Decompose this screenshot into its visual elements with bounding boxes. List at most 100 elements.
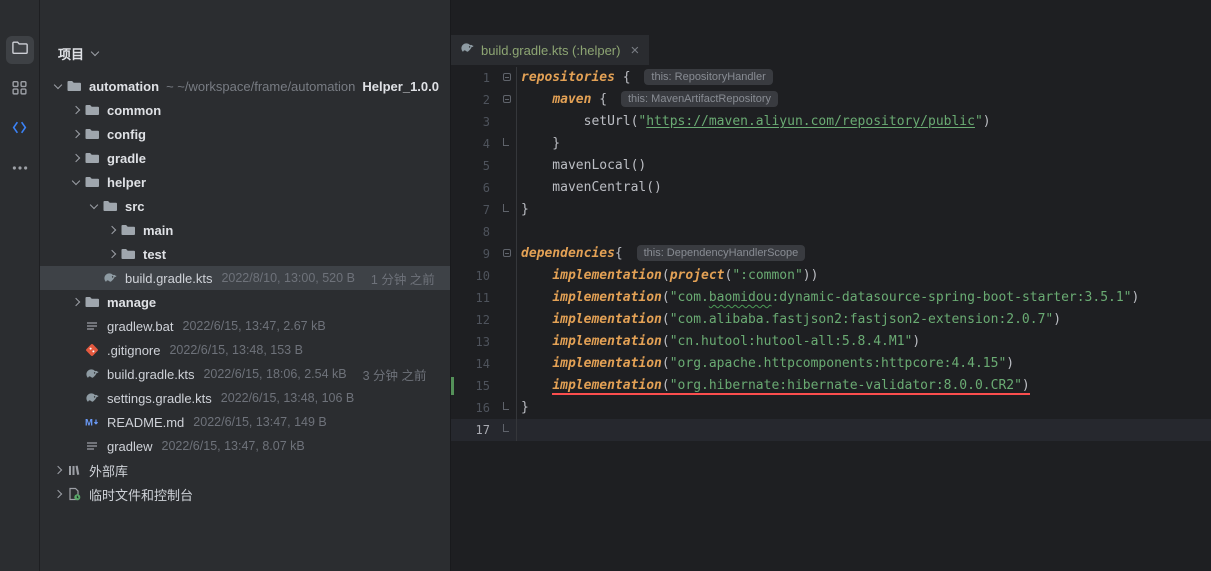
code-line-1[interactable]: 1 repositories { this: RepositoryHandler: [451, 67, 1211, 89]
code-line-15[interactable]: 15 implementation("org.hibernate:hiberna…: [451, 375, 1211, 397]
code-line-14[interactable]: 14 implementation("org.apache.httpcompon…: [451, 353, 1211, 375]
line-number: 2: [482, 93, 490, 107]
chevron-right-icon[interactable]: [107, 225, 117, 235]
code-text: implementation(project(":common")): [552, 268, 819, 283]
chevron-slot: [68, 176, 84, 186]
tree-item-main[interactable]: main: [40, 218, 450, 242]
more-icon: [11, 159, 29, 182]
fold-start-icon[interactable]: [503, 95, 511, 103]
tree-item-label: config: [107, 126, 146, 142]
tree-item-gradlew.bat[interactable]: gradlew.bat 2022/6/15, 13:47, 2.67 kB: [40, 314, 450, 338]
code-line-17[interactable]: 17: [451, 419, 1211, 441]
tree-item-gradlew[interactable]: gradlew 2022/6/15, 13:47, 8.07 kB: [40, 434, 450, 458]
code-line-12[interactable]: 12 implementation("com.alibaba.fastjson2…: [451, 309, 1211, 331]
structure-toolwindow-button[interactable]: [6, 76, 34, 104]
tab-close-icon[interactable]: ×: [630, 43, 639, 58]
tree-item-manage[interactable]: manage: [40, 290, 450, 314]
editor-area: build.gradle.kts (:helper) × 1 repositori…: [450, 0, 1211, 571]
chevron-down-icon: [90, 47, 100, 56]
code-line-11[interactable]: 11 implementation("com.baomidou:dynamic-…: [451, 287, 1211, 309]
tree-item-meta: 2022/6/15, 13:48, 106 B: [220, 391, 355, 405]
gutter: 4: [451, 133, 517, 155]
code-line-3[interactable]: 3 setUrl("https://maven.aliyun.com/repos…: [451, 111, 1211, 133]
inlay-hint: this: RepositoryHandler: [644, 69, 773, 85]
gutter: 15: [451, 375, 517, 397]
chevron-slot: [68, 129, 84, 139]
chevron-right-icon[interactable]: [53, 489, 63, 499]
tree-item-临时文件和控制台[interactable]: 临时文件和控制台: [40, 482, 450, 506]
tree-item-config[interactable]: config: [40, 122, 450, 146]
code-text: implementation("org.apache.httpcomponent…: [552, 356, 1015, 371]
line-number: 14: [475, 357, 490, 371]
chevron-right-icon[interactable]: [71, 105, 81, 115]
editor-tab[interactable]: build.gradle.kts (:helper) ×: [451, 35, 651, 65]
code-text: maven { this: MavenArtifactRepository: [517, 89, 778, 111]
fold-end-icon[interactable]: [503, 138, 509, 146]
tree-item-build.gradle.kts[interactable]: build.gradle.kts 2022/6/15, 18:06, 2.54 k…: [40, 362, 450, 386]
fold-end-icon[interactable]: [503, 402, 509, 410]
project-panel-header[interactable]: 项目: [40, 38, 450, 68]
chevron-right-icon[interactable]: [53, 465, 63, 475]
code-line-6[interactable]: 6 mavenCentral(): [451, 177, 1211, 199]
plugin-toolwindow-button[interactable]: [6, 116, 34, 144]
code-line-13[interactable]: 13 implementation("cn.hutool:hutool-all:…: [451, 331, 1211, 353]
gutter: 16: [451, 397, 517, 419]
code-line-4[interactable]: 4 }: [451, 133, 1211, 155]
chevron-right-icon[interactable]: [107, 249, 117, 259]
tree-item-build.gradle.kts[interactable]: build.gradle.kts 2022/8/10, 13:00, 520 B 1…: [40, 266, 450, 290]
fold-start-icon[interactable]: [503, 73, 511, 81]
more-toolwindows-button[interactable]: [6, 156, 34, 184]
tree-item-label: main: [143, 222, 174, 238]
code-text: }: [521, 400, 529, 415]
tree-item-label: 外部库: [89, 463, 129, 479]
project-tree: automation ~ ~/workspace/frame/automation…: [40, 74, 450, 506]
chevron-right-icon[interactable]: [71, 297, 81, 307]
code-text: implementation("com.alibaba.fastjson2:fa…: [552, 312, 1062, 327]
chevron-down-icon[interactable]: [89, 200, 99, 210]
tree-item-common[interactable]: common: [40, 98, 450, 122]
code-line-10[interactable]: 10 implementation(project(":common")): [451, 265, 1211, 287]
line-number: 5: [482, 159, 490, 173]
gutter: 6: [451, 177, 517, 199]
tree-item-label: test: [143, 246, 167, 262]
folder-icon: [120, 222, 136, 238]
tree-item-path: ~ ~/workspace/frame/automation: [166, 78, 356, 94]
tree-item-settings.gradle.kts[interactable]: settings.gradle.kts 2022/6/15, 13:48, 106…: [40, 386, 450, 410]
fold-start-icon[interactable]: [503, 249, 511, 257]
project-toolwindow-button[interactable]: [5, 36, 34, 64]
code-line-16[interactable]: 16}: [451, 397, 1211, 419]
code-line-9[interactable]: 9 dependencies{ this: DependencyHandlerSc…: [451, 243, 1211, 265]
gutter: 12: [451, 309, 517, 331]
code-line-7[interactable]: 7}: [451, 199, 1211, 221]
tree-item-automation[interactable]: automation ~ ~/workspace/frame/automation…: [40, 74, 450, 98]
chevron-down-icon[interactable]: [53, 80, 63, 90]
structure-icon: [11, 79, 28, 101]
code-text: repositories { this: RepositoryHandler: [517, 67, 773, 89]
gutter: 14: [451, 353, 517, 375]
chevron-down-icon[interactable]: [71, 176, 81, 186]
tree-item-helper[interactable]: helper: [40, 170, 450, 194]
fold-end-icon[interactable]: [503, 204, 509, 212]
ide-window: 项目 automation ~ ~/workspace/frame/automat…: [0, 0, 1211, 571]
tree-item-src[interactable]: src: [40, 194, 450, 218]
fold-end-icon[interactable]: [503, 424, 509, 432]
chevron-right-icon[interactable]: [71, 129, 81, 139]
tree-item-gradle[interactable]: gradle: [40, 146, 450, 170]
chevron-right-icon[interactable]: [71, 153, 81, 163]
chevron-slot: [50, 80, 66, 90]
code-text: implementation("com.baomidou:dynamic-dat…: [552, 290, 1140, 305]
folder-icon: [84, 174, 100, 190]
tree-item-.gitignore[interactable]: .gitignore 2022/6/15, 13:48, 153 B: [40, 338, 450, 362]
tree-item-外部库[interactable]: 外部库: [40, 458, 450, 482]
code-line-5[interactable]: 5 mavenLocal(): [451, 155, 1211, 177]
code-line-2[interactable]: 2 maven { this: MavenArtifactRepository: [451, 89, 1211, 111]
gutter: 7: [451, 199, 517, 221]
line-number: 15: [475, 379, 490, 393]
tree-item-label: automation: [89, 78, 160, 94]
editor-tab-label: build.gradle.kts (:helper): [481, 42, 621, 58]
chevron-slot: [104, 249, 120, 259]
code-line-8[interactable]: 8: [451, 221, 1211, 243]
tree-item-README.md[interactable]: M README.md 2022/6/15, 13:47, 149 B: [40, 410, 450, 434]
tree-item-test[interactable]: test: [40, 242, 450, 266]
editor-body[interactable]: 1 repositories { this: RepositoryHandler 2…: [451, 65, 1211, 571]
